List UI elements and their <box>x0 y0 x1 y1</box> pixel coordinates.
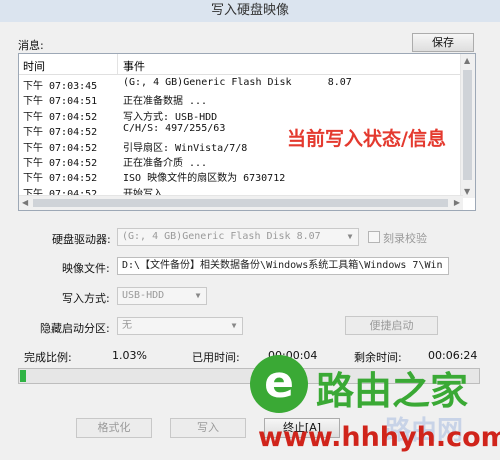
log-vertical-scrollbar[interactable]: ▲ ▼ <box>460 54 475 198</box>
log-event: C/H/S: 497/255/63 <box>123 123 226 135</box>
write-mode-dropdown[interactable]: USB-HDD ▼ <box>117 287 207 305</box>
column-event[interactable]: 事件 <box>123 58 145 74</box>
scroll-up-icon[interactable]: ▲ <box>464 56 470 65</box>
completion-label: 完成比例: <box>24 351 72 364</box>
scroll-down-icon[interactable]: ▼ <box>464 187 470 196</box>
log-horizontal-scrollbar[interactable]: ◀ ▶ <box>19 195 463 210</box>
verify-checkbox[interactable] <box>368 231 380 243</box>
logo-letter: e <box>264 357 294 408</box>
chevron-down-icon: ▼ <box>231 321 237 330</box>
log-event: 正在准备数据 ... <box>123 96 208 108</box>
image-file-label: 映像文件: <box>62 262 110 275</box>
drive-value: (G:, 4 GB)Generic Flash Disk 8.07 <box>122 231 321 242</box>
elapsed-label: 已用时间: <box>192 351 240 364</box>
log-time: 下午 07:04:51 <box>23 96 98 108</box>
write-mode-value: USB-HDD <box>122 290 165 301</box>
log-row[interactable]: 下午 07:03:45 (G:, 4 GB)Generic Flash Disk … <box>19 76 463 92</box>
log-event: 正在准备介质 ... <box>123 157 208 169</box>
window-title: 写入硬盘映像 <box>0 0 500 22</box>
image-file-field[interactable]: D:\【文件备份】相关数据备份\Windows系统工具箱\Windows 7\W… <box>117 257 449 275</box>
log-time: 下午 07:04:52 <box>23 142 98 154</box>
brand-logo-icon: e <box>250 355 308 413</box>
write-button[interactable]: 写入 <box>170 418 246 438</box>
hidden-partition-label: 隐藏启动分区: <box>40 322 110 335</box>
drive-label: 硬盘驱动器: <box>52 233 111 246</box>
url-watermark: www.hhhyh.com <box>258 422 500 453</box>
verify-label: 刻录校验 <box>383 232 427 245</box>
log-event: 引导扇区: WinVista/7/8 <box>123 142 248 154</box>
log-time: 下午 07:04:52 <box>23 127 98 139</box>
scroll-right-icon[interactable]: ▶ <box>454 198 460 207</box>
log-time: 下午 07:04:52 <box>23 157 98 169</box>
log-row[interactable]: 下午 07:04:52 ISO 映像文件的扇区数为 6730712 <box>19 168 463 185</box>
scroll-left-icon[interactable]: ◀ <box>22 198 28 207</box>
log-time: 下午 07:04:52 <box>23 173 98 185</box>
chevron-down-icon: ▼ <box>347 232 353 241</box>
brand-watermark: 路由之家 <box>316 369 469 413</box>
log-row[interactable]: 下午 07:04:52 正在准备介质 ... <box>19 153 463 169</box>
write-disk-image-dialog: 写入硬盘映像 消息: 保存 时间 事件 下午 07:03:45 (G:, 4 GB… <box>0 0 500 460</box>
log-header: 时间 事件 <box>19 54 463 75</box>
save-button[interactable]: 保存 <box>412 33 474 52</box>
log-event: (G:, 4 GB)Generic Flash Disk 8.07 <box>123 77 352 88</box>
progress-fill <box>20 370 26 382</box>
log-row[interactable]: 下午 07:04:51 正在准备数据 ... <box>19 91 463 108</box>
scroll-thumb[interactable] <box>463 70 472 180</box>
log-row[interactable]: 下午 07:04:52 写入方式: USB-HDD <box>19 107 463 123</box>
log-event: ISO 映像文件的扇区数为 6730712 <box>123 173 286 185</box>
column-time[interactable]: 时间 <box>23 58 45 74</box>
scroll-thumb[interactable] <box>33 199 448 207</box>
chevron-down-icon: ▼ <box>195 291 201 300</box>
hidden-partition-dropdown[interactable]: 无 ▼ <box>117 317 243 335</box>
annotation-overlay: 当前写入状态/信息 <box>287 128 446 150</box>
completion-value: 1.03% <box>112 349 147 362</box>
convenient-boot-button[interactable]: 便捷启动 <box>345 316 438 335</box>
format-button[interactable]: 格式化 <box>76 418 152 438</box>
write-mode-label: 写入方式: <box>62 292 110 305</box>
log-time: 下午 07:03:45 <box>23 81 98 92</box>
drive-dropdown[interactable]: (G:, 4 GB)Generic Flash Disk 8.07 ▼ <box>117 228 359 246</box>
messages-label: 消息: <box>18 39 44 52</box>
log-time: 下午 07:04:52 <box>23 111 98 123</box>
hidden-partition-value: 无 <box>122 320 132 331</box>
column-divider <box>117 54 118 74</box>
log-event: 写入方式: USB-HDD <box>123 111 218 123</box>
